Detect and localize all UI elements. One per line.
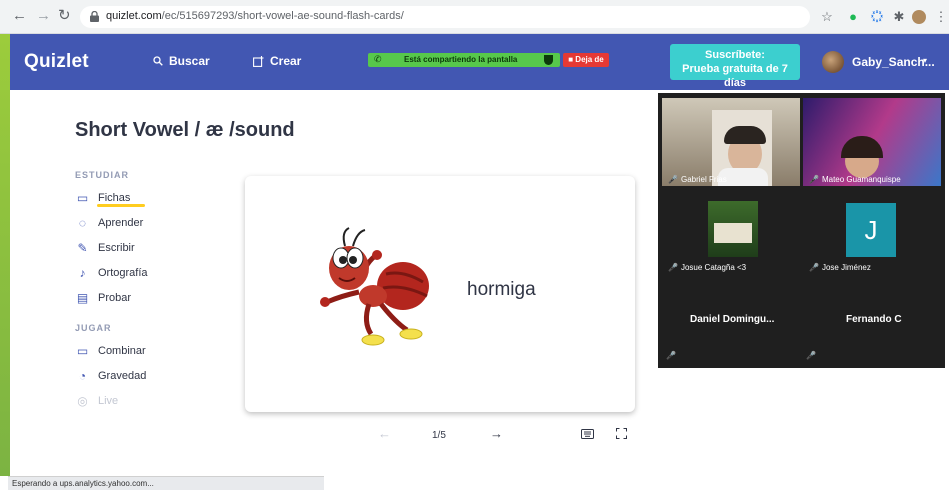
participant-name: 🎤 Mateo Guamanquispe xyxy=(809,175,901,184)
subscribe-button[interactable]: Suscríbete: Prueba gratuita de 7 días xyxy=(670,44,800,89)
participant-tile[interactable]: 🎤 Josue Catagña <3 xyxy=(662,189,800,277)
menu-dots-icon[interactable]: ⋮ xyxy=(934,10,948,24)
shield-icon xyxy=(544,55,553,65)
lock-icon xyxy=(90,11,99,22)
search-label: Buscar xyxy=(169,54,210,68)
live-icon: ◎ xyxy=(77,393,88,408)
chevron-down-icon[interactable]: ▾ xyxy=(923,56,927,65)
mode-label: Live xyxy=(98,395,119,407)
gravity-icon: ◔ xyxy=(78,368,87,383)
search-icon xyxy=(153,56,163,66)
card-term: hormiga xyxy=(467,279,536,300)
study-section-label: ESTUDIAR xyxy=(75,170,130,180)
user-avatar[interactable] xyxy=(822,51,844,73)
site-header: Quizlet Buscar Crear ✆ Está compartiendo… xyxy=(10,34,949,90)
extensions-puzzle-icon[interactable]: ✱ xyxy=(892,10,906,24)
create-icon xyxy=(253,55,264,67)
extension-translate-icon[interactable]: ꙰ xyxy=(870,10,884,24)
test-icon: ▤ xyxy=(76,290,89,305)
mode-label: Ortografía xyxy=(98,267,148,279)
mode-combinar[interactable]: ▭ Combinar xyxy=(75,342,146,360)
mic-muted-icon: 🎤 xyxy=(809,263,819,272)
participant-name: 🎤 Jose Jiménez xyxy=(809,263,871,272)
flashcard[interactable]: hormiga xyxy=(245,176,635,412)
mode-live[interactable]: ◎ Live xyxy=(75,392,118,410)
stop-sharing-button[interactable]: ■ Deja de xyxy=(563,53,609,67)
mode-escribir[interactable]: ✎ Escribir xyxy=(75,239,135,257)
match-icon: ▭ xyxy=(76,343,89,358)
search-button[interactable]: Buscar xyxy=(153,54,210,68)
browser-toolbar: ← → ↻ quizlet.com/ec/515697293/short-vow… xyxy=(0,0,949,34)
participant-name: Daniel Domingu... xyxy=(690,314,775,325)
mic-muted-icon: 🎤 xyxy=(668,175,678,184)
stop-sharing-label: Deja de xyxy=(575,55,604,64)
prev-card-button[interactable]: ← xyxy=(378,426,391,441)
phone-icon: ✆ xyxy=(374,54,382,64)
participant-name: 🎤 Gabriel Frias xyxy=(668,175,727,184)
create-label: Crear xyxy=(270,54,302,68)
back-icon[interactable]: ← xyxy=(12,8,27,24)
address-bar[interactable]: quizlet.com/ec/515697293/short-vowel-ae-… xyxy=(80,6,810,28)
screen-share-banner: ✆ Está compartiendo la pantalla xyxy=(368,53,560,67)
mode-label: Probar xyxy=(98,292,132,304)
mode-label: Aprender xyxy=(98,217,144,229)
mode-ortografia[interactable]: ♪ Ortografía xyxy=(75,264,148,282)
create-button[interactable]: Crear xyxy=(253,54,301,68)
forward-icon[interactable]: → xyxy=(36,8,51,24)
url-text: quizlet.com/ec/515697293/short-vowel-ae-… xyxy=(106,10,404,22)
mode-label: Gravedad xyxy=(98,370,147,382)
fullscreen-icon[interactable] xyxy=(616,428,627,439)
write-icon: ✎ xyxy=(77,240,88,255)
extension-green-icon[interactable]: ● xyxy=(846,10,860,24)
browser-status-bar: Esperando a ups.analytics.yahoo.com... xyxy=(8,476,324,490)
active-mode-underline xyxy=(97,204,145,207)
star-icon[interactable]: ☆ xyxy=(820,10,834,24)
subscribe-line2: Prueba gratuita de 7 días xyxy=(682,63,788,89)
ant-illustration xyxy=(320,227,429,346)
next-card-button[interactable]: → xyxy=(490,426,503,441)
cards-icon: ▭ xyxy=(76,190,89,205)
mic-muted-icon: 🎤 xyxy=(806,351,816,360)
page-title: Short Vowel / æ /sound xyxy=(75,119,295,141)
subscribe-line1: Suscríbete: xyxy=(705,49,765,61)
screen-share-text: Está compartiendo la pantalla xyxy=(404,55,518,64)
mode-label: Combinar xyxy=(98,345,146,357)
mic-muted-icon: 🎤 xyxy=(668,263,678,272)
mode-label: Escribir xyxy=(98,242,135,254)
card-position: 1/5 xyxy=(432,430,446,441)
mode-aprender[interactable]: ◌ Aprender xyxy=(75,214,143,232)
spell-icon: ♪ xyxy=(79,265,86,280)
participant-name: Fernando C xyxy=(846,314,902,325)
participant-tile[interactable]: 🎤 Mateo Guamanquispe xyxy=(803,98,941,186)
participant-initial-avatar: J xyxy=(846,203,896,257)
video-call-panel: 🎤 Gabriel Frias 🎤 Mateo Guamanquispe 🎤 Josu… xyxy=(658,93,945,368)
keyboard-icon[interactable] xyxy=(581,429,594,439)
quizlet-logo[interactable]: Quizlet xyxy=(24,51,89,73)
mic-muted-icon: 🎤 xyxy=(666,351,676,360)
profile-avatar-icon[interactable] xyxy=(912,10,926,24)
mode-label: Fichas xyxy=(98,192,131,204)
mode-probar[interactable]: ▤ Probar xyxy=(75,289,131,307)
stop-square-icon: ■ xyxy=(568,55,574,64)
participant-tile[interactable]: 🎤 Gabriel Frias xyxy=(662,98,800,186)
mic-muted-icon: 🎤 xyxy=(809,175,819,184)
reload-icon[interactable]: ↻ xyxy=(58,8,71,24)
learn-icon: ◌ xyxy=(78,215,87,230)
play-section-label: JUGAR xyxy=(75,323,112,333)
window-left-edge xyxy=(0,34,10,476)
participant-name: 🎤 Josue Catagña <3 xyxy=(668,263,747,272)
mode-gravedad[interactable]: ◔ Gravedad xyxy=(75,367,146,385)
